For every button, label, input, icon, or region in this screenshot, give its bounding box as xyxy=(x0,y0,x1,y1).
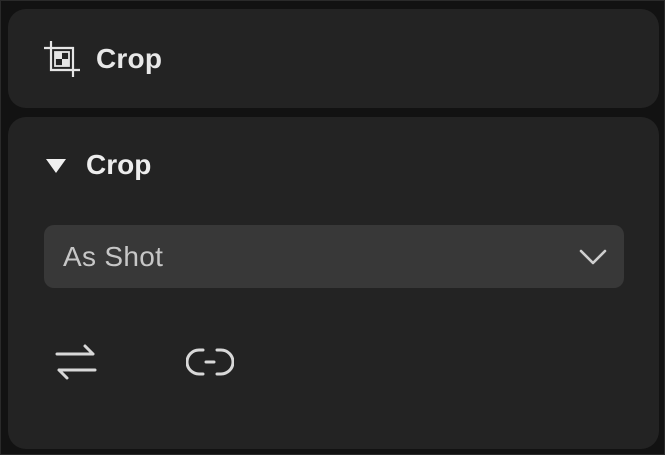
crop-panel-window: Crop Crop As Shot xyxy=(0,0,665,455)
crop-icon xyxy=(40,37,84,81)
crop-settings-panel: Crop As Shot xyxy=(8,117,659,449)
section-title: Crop xyxy=(86,149,152,180)
chevron-down-icon xyxy=(578,242,608,272)
crop-tool-header[interactable]: Crop xyxy=(8,9,659,108)
aspect-ratio-dropdown[interactable]: As Shot xyxy=(44,225,624,288)
unlink-aspect-icon xyxy=(185,345,235,384)
swap-orientation-icon xyxy=(53,342,99,387)
aspect-ratio-value: As Shot xyxy=(63,240,164,272)
swap-orientation-button[interactable] xyxy=(51,339,101,389)
triangle-down-icon xyxy=(46,159,66,173)
aspect-lock-button[interactable] xyxy=(185,339,235,389)
header-title: Crop xyxy=(96,42,163,74)
crop-section-toggle[interactable]: Crop xyxy=(46,149,151,181)
